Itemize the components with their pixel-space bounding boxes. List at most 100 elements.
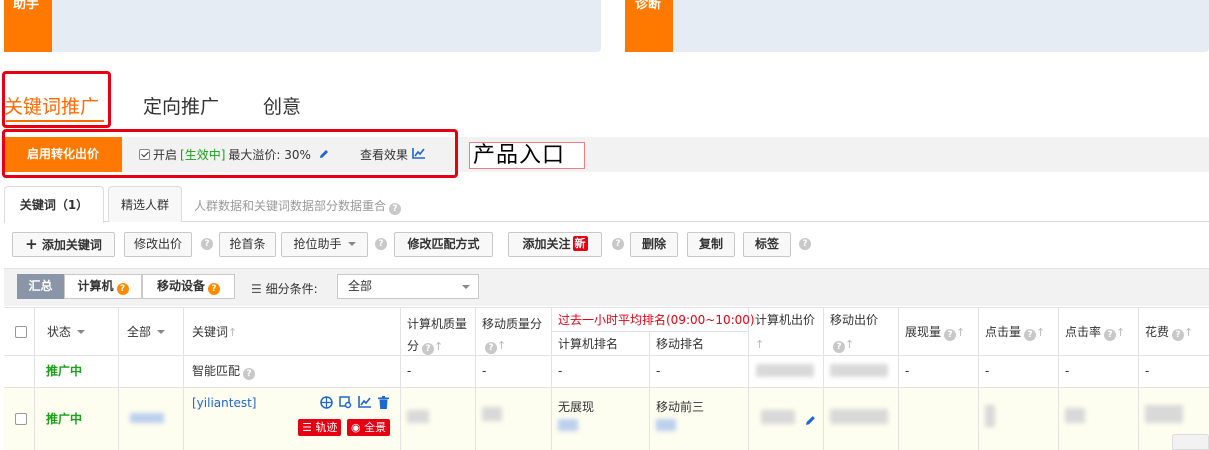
help-icon[interactable]: ? bbox=[485, 342, 497, 354]
help-icon[interactable]: ? bbox=[1024, 329, 1037, 341]
tab-targeted-promotion[interactable]: 定向推广 bbox=[143, 92, 219, 119]
header-mobile-bid[interactable]: 移动出价 bbox=[830, 312, 878, 328]
sort-arrow-icon: ↑ bbox=[956, 326, 966, 339]
sort-arrow-icon: ↑ bbox=[1036, 326, 1046, 339]
row-checkbox[interactable] bbox=[15, 413, 27, 425]
track-tag[interactable]: ☰ 轨迹 bbox=[298, 419, 342, 436]
header-all-label: 全部 bbox=[127, 325, 152, 339]
floating-tool-button[interactable] bbox=[1172, 434, 1209, 450]
row-mobile-quality-redacted bbox=[482, 407, 502, 421]
segment-mobile[interactable]: 移动设备? bbox=[142, 274, 235, 299]
table-border bbox=[978, 307, 979, 450]
add-keyword-button[interactable]: + 添加关键词 bbox=[12, 232, 115, 257]
segment-summary[interactable]: 汇总 bbox=[17, 274, 64, 299]
help-icon[interactable]: ? bbox=[422, 343, 435, 355]
row-keyword: 智能匹配? bbox=[192, 363, 256, 380]
row-impressions: - bbox=[905, 364, 910, 378]
row-mobile-bid-redacted bbox=[830, 364, 888, 377]
sort-arrow-icon: ↑ bbox=[497, 339, 507, 352]
header-status[interactable]: 状态 bbox=[47, 324, 86, 340]
header-cost[interactable]: 花费? ↑ bbox=[1145, 324, 1193, 341]
table-border bbox=[1138, 307, 1139, 450]
row-clicks-redacted bbox=[985, 405, 995, 427]
edit-match-button[interactable]: 修改匹配方式 bbox=[394, 232, 493, 257]
edit-bid-button[interactable]: 修改出价 bbox=[124, 232, 192, 257]
help-icon[interactable]: ? bbox=[208, 283, 220, 295]
row-pc-quality-redacted bbox=[407, 410, 429, 423]
table-border bbox=[748, 307, 749, 450]
header-ctr-label: 点击率 bbox=[1065, 325, 1102, 339]
row-mobile-rank: - bbox=[656, 364, 661, 378]
header-pc-quality[interactable]: 计算机质量分? ↑ bbox=[407, 313, 473, 358]
sub-tab-bar: 关键词（1） 精选人群 人群数据和关键词数据部分数据重合? bbox=[4, 186, 1209, 223]
header-all[interactable]: 全部 bbox=[127, 324, 166, 340]
tab-creative[interactable]: 创意 bbox=[263, 92, 301, 119]
row-pc-bid-redacted bbox=[761, 410, 795, 424]
table-border bbox=[475, 307, 476, 450]
diagnose-tag: 诊断 bbox=[625, 0, 673, 52]
header-status-label: 状态 bbox=[47, 325, 72, 339]
label-button[interactable]: 标签 bbox=[743, 232, 791, 257]
panorama-tag-label: 全景 bbox=[364, 421, 387, 434]
table-row-highlight bbox=[4, 388, 1209, 450]
diagnose-card[interactable]: 诊断 bbox=[625, 0, 1209, 52]
sort-arrow-icon: ↑ bbox=[434, 340, 444, 353]
help-icon[interactable]: ? bbox=[944, 329, 957, 341]
header-pc-bid-sort: ↑ bbox=[755, 336, 764, 353]
filter-condition-select[interactable]: 全部 bbox=[337, 274, 479, 299]
row-pc-bid-redacted bbox=[756, 364, 814, 377]
help-icon[interactable]: ? bbox=[1104, 329, 1117, 341]
header-mobile-quality[interactable]: 移动质量分 bbox=[482, 313, 542, 335]
help-icon[interactable]: ? bbox=[612, 238, 624, 250]
globe-icon[interactable] bbox=[320, 396, 333, 413]
sort-arrow-icon: ↑ bbox=[1184, 326, 1194, 339]
help-icon[interactable]: ? bbox=[833, 341, 845, 353]
tab-keywords[interactable]: 关键词（1） bbox=[4, 186, 104, 223]
help-icon[interactable]: ? bbox=[116, 283, 129, 295]
row-clicks: - bbox=[985, 364, 990, 378]
assistant-card[interactable]: 助手 bbox=[4, 0, 601, 52]
add-follow-button[interactable]: 添加关注新 bbox=[508, 232, 602, 257]
select-all-checkbox[interactable] bbox=[15, 326, 27, 338]
sort-arrow-icon: ↑ bbox=[1116, 326, 1126, 339]
help-icon[interactable]: ? bbox=[243, 368, 256, 380]
plus-icon: + bbox=[25, 235, 38, 253]
filter-condition-text: 细分条件: bbox=[265, 282, 318, 296]
help-icon[interactable]: ? bbox=[375, 238, 387, 250]
header-keyword[interactable]: 关键词↑ bbox=[192, 324, 237, 341]
crowd-data-note: 人群数据和关键词数据部分数据重合? bbox=[194, 186, 402, 226]
row-ctr: - bbox=[1065, 364, 1070, 378]
row-pc-rank-redacted bbox=[558, 419, 578, 431]
header-pc-bid[interactable]: 计算机出价 bbox=[755, 312, 815, 328]
help-icon[interactable]: ? bbox=[799, 238, 811, 250]
help-icon[interactable]: ? bbox=[389, 203, 402, 215]
list-icon: ☰ bbox=[251, 282, 262, 296]
line-chart-icon[interactable] bbox=[358, 396, 372, 412]
table-border bbox=[649, 331, 650, 450]
copy-button[interactable]: 复制 bbox=[687, 232, 735, 257]
crowd-note-text: 人群数据和关键词数据部分数据重合 bbox=[194, 199, 387, 213]
trash-icon[interactable] bbox=[378, 396, 389, 413]
help-icon[interactable]: ? bbox=[1172, 329, 1185, 341]
segment-pc[interactable]: 计算机? bbox=[64, 274, 142, 299]
header-ctr[interactable]: 点击率? ↑ bbox=[1065, 324, 1125, 341]
rank-assistant-dropdown[interactable]: 抢位助手 bbox=[281, 232, 368, 257]
edit-pencil-icon[interactable] bbox=[805, 415, 816, 430]
panorama-tag[interactable]: ◉ 全景 bbox=[347, 419, 391, 436]
header-clicks[interactable]: 点击量? ↑ bbox=[985, 324, 1045, 341]
help-icon[interactable]: ? bbox=[201, 238, 213, 250]
delete-button[interactable]: 删除 bbox=[630, 232, 678, 257]
keyword-table: 状态 全部 关键词↑ 计算机质量分? ↑ 移动质量分 ? ↑ 过去一小时平均排名(0… bbox=[4, 307, 1209, 450]
table-border bbox=[4, 355, 1209, 356]
table-border bbox=[118, 307, 119, 450]
preview-icon[interactable] bbox=[339, 396, 352, 413]
header-impressions[interactable]: 展现量? ↑ bbox=[905, 324, 965, 341]
tab-selected-crowd[interactable]: 精选人群 bbox=[108, 186, 182, 222]
header-mobile-bid-tools: ? ↑ bbox=[830, 336, 854, 353]
grab-first-button[interactable]: 抢首条 bbox=[219, 232, 276, 257]
segment-mobile-label: 移动设备 bbox=[156, 279, 205, 293]
row-pc-quality: - bbox=[407, 364, 412, 378]
row-ctr-redacted bbox=[1065, 408, 1085, 423]
row-keyword-link[interactable]: [yiliantest] bbox=[192, 395, 256, 411]
table-border bbox=[183, 307, 184, 450]
